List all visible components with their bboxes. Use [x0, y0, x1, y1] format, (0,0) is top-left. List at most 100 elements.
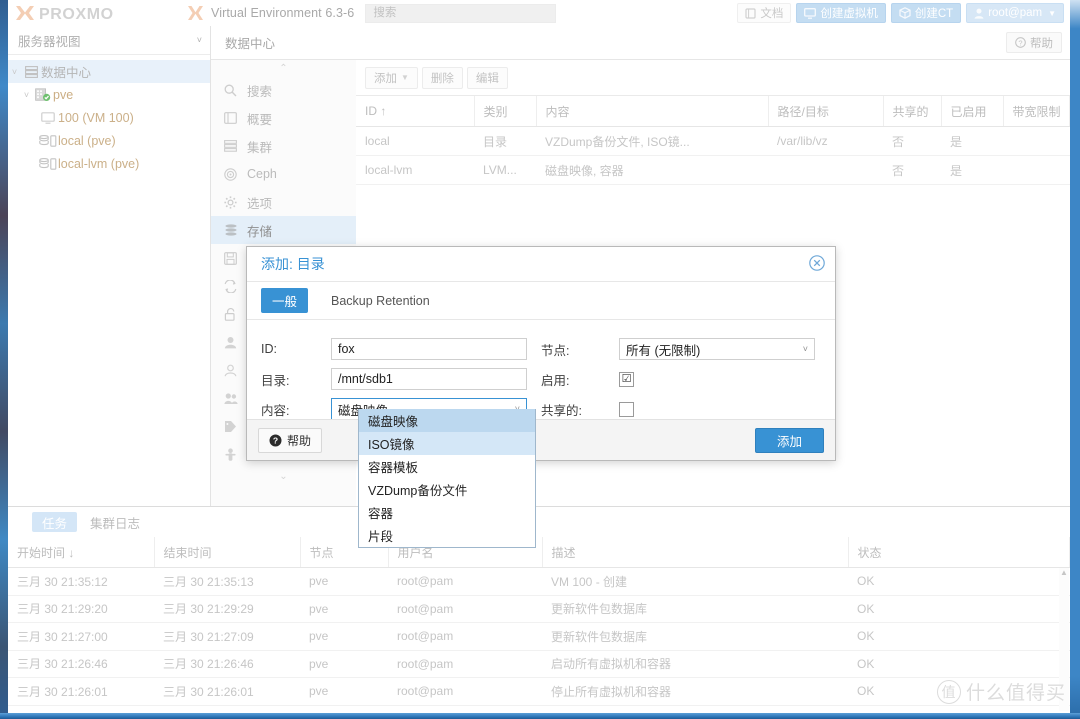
enable-checkbox[interactable]: ☑ — [619, 371, 634, 387]
column-description[interactable]: 描述 — [542, 537, 849, 568]
add-directory-dialog: 添加: 目录 一般 Backup Retention ID: fox 目录: /… — [246, 246, 836, 461]
cell-end: 三月 30 21:29:29 — [154, 595, 300, 623]
tree-item-datacenter[interactable]: ˅ 数据中心 — [8, 60, 210, 83]
id-label: ID: — [261, 342, 277, 356]
tree-item-label: local-lvm (pve) — [58, 156, 140, 171]
nav-item-ceph[interactable]: Ceph — [211, 160, 356, 188]
column-status[interactable]: 状态 — [848, 537, 1070, 568]
column-start-time[interactable]: 开始时间 ↓ — [8, 537, 155, 568]
task-panel: 任务 集群日志 开始时间 ↓ 结束时间 节点 用户名 描述 状态 三月 30 2… — [8, 506, 1070, 713]
tree-caret-icon[interactable]: ˅ — [20, 90, 33, 100]
dropdown-option-container[interactable]: 容器 — [359, 501, 535, 524]
cell-status: OK — [848, 622, 1070, 651]
cell-id: local-lvm — [356, 155, 474, 185]
dropdown-option-iso-image[interactable]: ISO镜像 — [359, 432, 535, 455]
dropdown-option-label: VZDump备份文件 — [368, 484, 468, 498]
storage-icon — [38, 134, 58, 147]
cell-start: 三月 30 21:27:00 — [8, 622, 154, 651]
column-shared[interactable]: 共享的 — [883, 96, 942, 127]
tree-item-local-lvm[interactable]: local-lvm (pve) — [8, 152, 210, 175]
tab-tasks[interactable]: 任务 — [32, 512, 78, 532]
page-help-button[interactable]: ? 帮助 — [1006, 32, 1062, 53]
nav-item-cluster[interactable]: 集群 — [211, 132, 356, 160]
dialog-help-button[interactable]: ? 帮助 — [258, 427, 323, 453]
table-row[interactable]: 三月 30 21:35:12 三月 30 21:35:13 pve root@p… — [8, 567, 1070, 596]
nav-item-storage[interactable]: 存储 — [211, 216, 356, 244]
chevron-down-icon: ▼ — [401, 73, 409, 82]
directory-input[interactable]: /mnt/sdb1 — [331, 368, 527, 390]
tree-item-pve[interactable]: ˅ pve — [8, 83, 210, 106]
table-row[interactable]: local-lvm LVM... 磁盘映像, 容器 否 是 — [356, 155, 1070, 185]
table-row[interactable]: 三月 30 21:26:01 三月 30 21:26:01 pve root@p… — [8, 677, 1070, 706]
column-end-time[interactable]: 结束时间 — [154, 537, 301, 568]
cell-type: 目录 — [474, 126, 536, 156]
remove-storage-button[interactable]: 删除 — [421, 66, 463, 89]
dialog-submit-button[interactable]: 添加 — [754, 427, 824, 453]
svg-text:?: ? — [1018, 38, 1022, 47]
cell-start: 三月 30 21:35:12 — [8, 567, 154, 596]
window-left-edge — [0, 0, 8, 719]
column-id[interactable]: ID ↑ — [356, 96, 475, 127]
column-content[interactable]: 内容 — [536, 96, 769, 127]
column-path[interactable]: 路径/目标 — [768, 96, 884, 127]
edit-storage-button[interactable]: 编辑 — [466, 66, 508, 89]
tab-backup-retention[interactable]: Backup Retention — [320, 288, 441, 313]
nav-item-label: 搜索 — [247, 84, 273, 99]
docs-button[interactable]: 文档 — [737, 3, 792, 23]
cell-start: 三月 30 21:29:20 — [8, 595, 154, 623]
field-directory: 目录: /mnt/sdb1 — [261, 364, 541, 394]
dialog-header: 添加: 目录 — [247, 247, 835, 282]
tree-item-local[interactable]: local (pve) — [8, 129, 210, 152]
close-icon[interactable] — [809, 254, 825, 274]
svg-text:PROXMO: PROXMO — [39, 6, 114, 22]
cell-desc: 停止所有虚拟机和容器 — [542, 677, 848, 706]
table-row[interactable]: 三月 30 21:26:46 三月 30 21:26:46 pve root@p… — [8, 650, 1070, 678]
chevron-down-icon[interactable]: ˅ — [803, 344, 808, 354]
window-right-edge — [1070, 0, 1080, 719]
nav-scroll-up[interactable]: ⌃ — [211, 60, 356, 76]
table-row[interactable]: local 目录 VZDump备份文件, ISO镜... /var/lib/vz… — [356, 126, 1070, 156]
dropdown-option-vzdump-backup[interactable]: VZDump备份文件 — [359, 478, 535, 501]
nav-scroll-down[interactable]: ⌄ — [211, 468, 356, 484]
shared-checkbox[interactable] — [619, 401, 634, 417]
node-select[interactable]: 所有 (无限制) ˅ — [619, 338, 815, 360]
cell-status: OK — [848, 567, 1070, 596]
table-row[interactable]: 三月 30 21:29:20 三月 30 21:29:29 pve root@p… — [8, 595, 1070, 623]
user-menu-button[interactable]: root@pam ▼ — [966, 3, 1064, 23]
help-icon: ? — [1015, 37, 1026, 48]
proxmox-logo: PROXMO — [14, 4, 204, 22]
add-storage-button[interactable]: 添加 ▼ — [365, 66, 418, 89]
column-enabled[interactable]: 已启用 — [941, 96, 1004, 127]
search-input[interactable]: 搜索 — [365, 3, 557, 23]
dialog-footer: ? 帮助 添加 — [247, 419, 835, 460]
id-input[interactable]: fox — [331, 338, 527, 360]
tree-item-vm-100[interactable]: 100 (VM 100) — [8, 106, 210, 129]
tab-cluster-log[interactable]: 集群日志 — [80, 512, 150, 532]
column-type[interactable]: 类别 — [474, 96, 537, 127]
dropdown-option-snippets[interactable]: 片段 — [359, 524, 535, 547]
cell-user: root@pam — [388, 595, 542, 623]
dialog-submit-label: 添加 — [776, 434, 802, 449]
view-selector[interactable]: 服务器视图 ˅ — [8, 26, 210, 55]
tree-caret-icon[interactable]: ˅ — [8, 67, 21, 77]
column-bandwidth-limit[interactable]: 带宽限制 — [1003, 96, 1070, 127]
nav-item-options[interactable]: 选项 — [211, 188, 356, 216]
nav-item-label: 选项 — [247, 196, 273, 211]
chevron-down-icon: ▼ — [1048, 8, 1056, 18]
dropdown-option-label: ISO镜像 — [368, 438, 415, 452]
create-vm-button[interactable]: 创建虚拟机 — [796, 3, 886, 23]
cell-user: root@pam — [388, 622, 542, 651]
scroll-up-icon[interactable]: ▲ — [1059, 568, 1069, 578]
nav-item-summary[interactable]: 概要 — [211, 104, 356, 132]
nav-item-search[interactable]: 搜索 — [211, 76, 356, 104]
task-scrollbar[interactable]: ▲ — [1059, 568, 1069, 711]
product-version: Virtual Environment 6.3-6 — [211, 6, 355, 20]
header-actions: 文档 创建虚拟机 创建CT root@pam ▼ — [737, 3, 1064, 23]
tab-general[interactable]: 一般 — [261, 288, 309, 313]
dropdown-option-disk-image[interactable]: 磁盘映像 — [359, 409, 535, 432]
table-row[interactable]: 三月 30 21:27:00 三月 30 21:27:09 pve root@p… — [8, 622, 1070, 651]
create-ct-button[interactable]: 创建CT — [890, 3, 962, 23]
dropdown-option-container-template[interactable]: 容器模板 — [359, 455, 535, 478]
cell-enabled: 是 — [941, 155, 1003, 185]
remove-storage-label: 删除 — [430, 72, 454, 85]
